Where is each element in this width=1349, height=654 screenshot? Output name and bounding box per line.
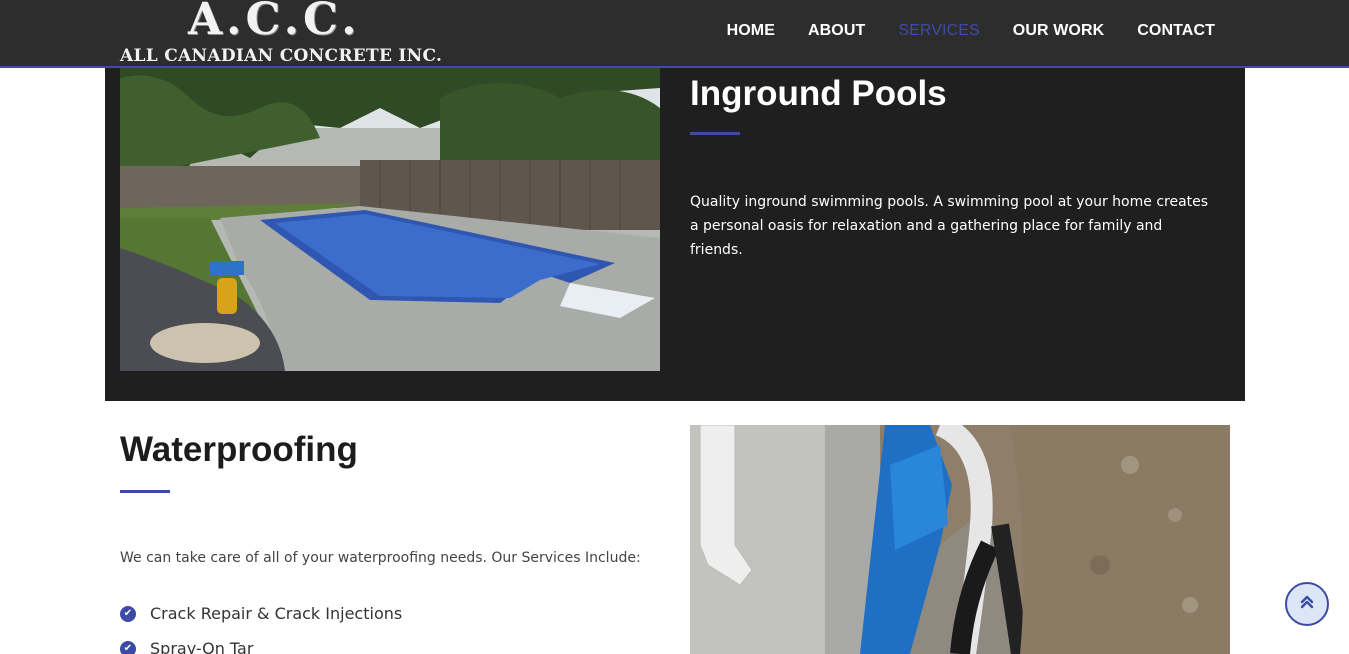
double-chevron-up-icon <box>1299 594 1315 614</box>
waterproofing-description: We can take care of all of your waterpro… <box>120 550 641 566</box>
pools-title: Inground Pools <box>690 74 947 113</box>
pools-description: Quality inground swimming pools. A swimm… <box>690 194 1209 258</box>
pools-section: Inground Pools Quality inground swimming… <box>105 68 1245 401</box>
service-label: Spray-On Tar <box>150 639 254 654</box>
nav-about[interactable]: ABOUT <box>808 22 865 40</box>
check-circle-icon: ✔ <box>120 605 136 622</box>
waterproofing-title: Waterproofing <box>120 430 358 469</box>
waterproofing-photo <box>690 425 1230 654</box>
check-circle-icon: ✔ <box>120 640 136 654</box>
waterproofing-title-underline <box>120 490 170 493</box>
logo-company-name: ALL CANADIAN CONCRETE INC. <box>120 46 443 66</box>
pools-title-underline <box>690 132 740 135</box>
site-logo[interactable]: A.C.C. ALL CANADIAN CONCRETE INC. <box>120 0 442 66</box>
logo-mark: A.C.C. <box>188 0 361 45</box>
list-item: ✔ Spray-On Tar <box>120 631 402 654</box>
back-to-top-button[interactable] <box>1285 582 1329 626</box>
nav-home[interactable]: HOME <box>727 22 775 40</box>
nav-contact[interactable]: CONTACT <box>1137 22 1215 40</box>
service-label: Crack Repair & Crack Injections <box>150 604 403 623</box>
main-nav: HOME ABOUT SERVICES OUR WORK CONTACT <box>727 22 1215 40</box>
waterproofing-services-list: ✔ Crack Repair & Crack Injections ✔ Spra… <box>120 596 402 654</box>
site-header: A.C.C. ALL CANADIAN CONCRETE INC. HOME A… <box>0 0 1349 68</box>
nav-services[interactable]: SERVICES <box>898 22 979 40</box>
pool-photo <box>120 68 660 371</box>
list-item: ✔ Crack Repair & Crack Injections <box>120 596 402 631</box>
nav-our-work[interactable]: OUR WORK <box>1013 22 1104 40</box>
